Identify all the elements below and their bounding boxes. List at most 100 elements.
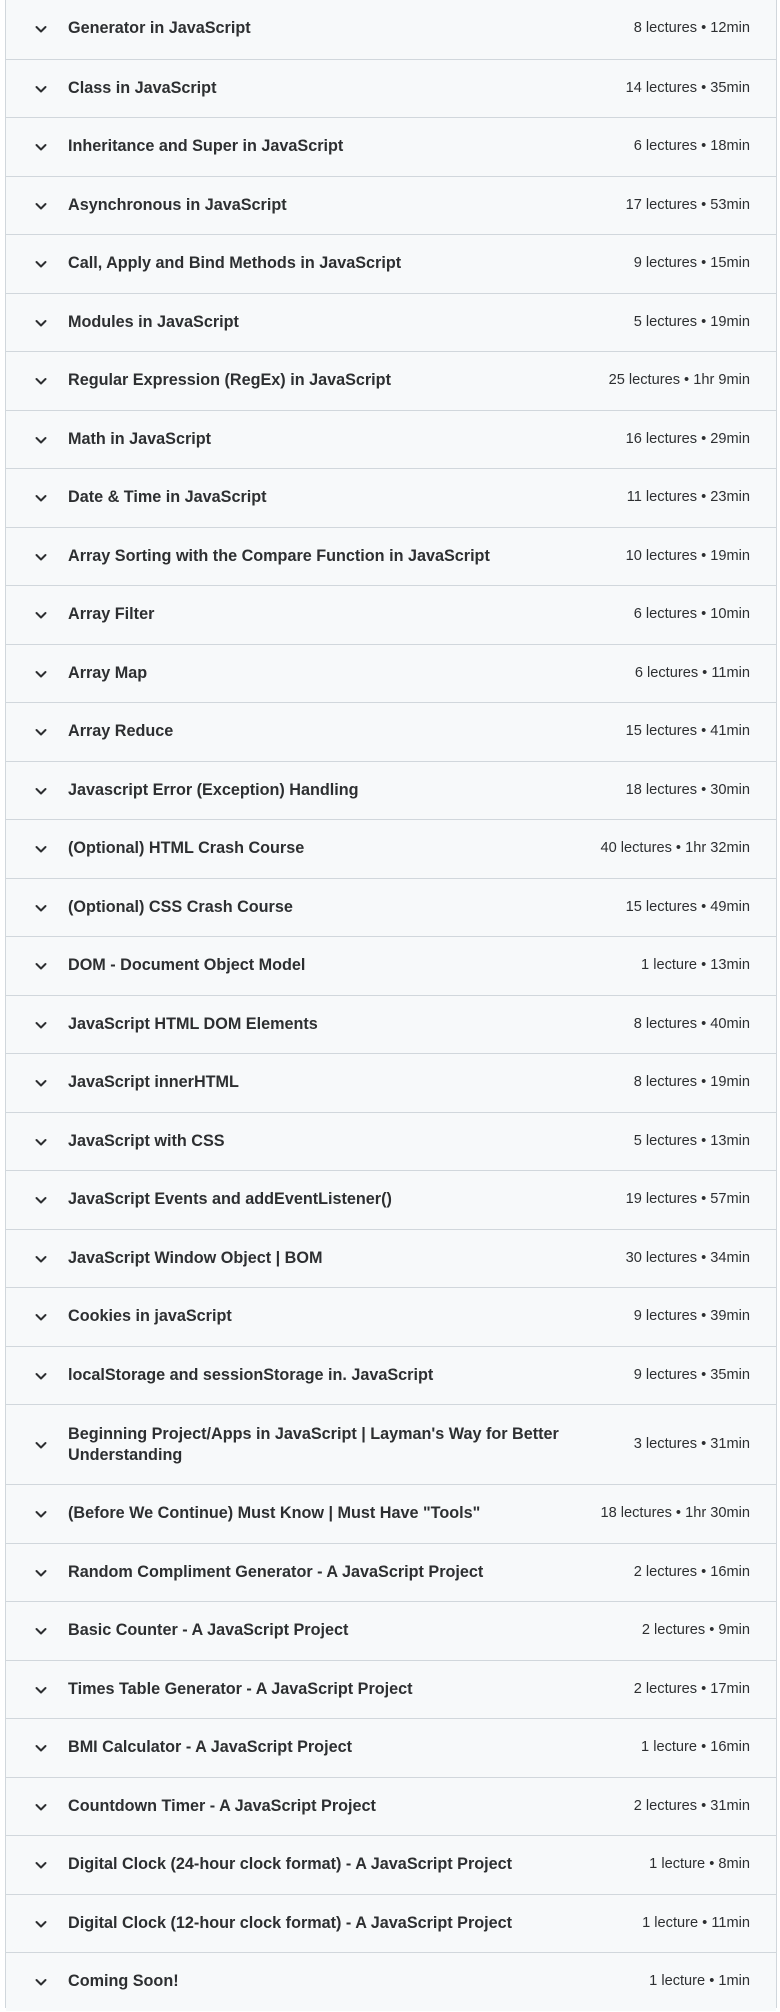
section-panel-toggle[interactable]: Class in JavaScript 14 lectures • 35min <box>6 58 776 117</box>
section-panel-toggle[interactable]: Array Sorting with the Compare Function … <box>6 526 776 585</box>
section-title: (Optional) CSS Crash Course <box>68 897 293 916</box>
chevron-down-icon <box>34 1975 48 1989</box>
section-content-length: 3 lectures • 31min <box>633 1436 750 1452</box>
section-panel-toggle[interactable]: JavaScript Window Object | BOM 30 lecture… <box>6 1228 776 1287</box>
chevron-down-icon <box>34 1917 48 1931</box>
section-panel-toggle[interactable]: Random Compliment Generator - A JavaScri… <box>6 1542 776 1601</box>
chevron-down-icon <box>34 199 48 213</box>
section-panel-toggle[interactable]: Modules in JavaScript 5 lectures • 19min <box>6 292 776 351</box>
section-content-length: 17 lectures • 53min <box>625 196 750 213</box>
chevron-down-icon <box>34 959 48 973</box>
section-panel-toggle[interactable]: BMI Calculator - A JavaScript Project 1 l… <box>6 1718 776 1777</box>
section-content-length: 1 lecture • 1min <box>649 1973 750 1990</box>
section-title: Javascript Error (Exception) Handling <box>68 780 359 799</box>
section-panel-toggle[interactable]: Beginning Project/Apps in JavaScript | L… <box>6 1404 776 1484</box>
chevron-down-icon <box>34 1858 48 1872</box>
section-title: localStorage and sessionStorage in. Java… <box>68 1365 434 1384</box>
section-content-length: 1 lecture • 11min <box>642 1914 750 1931</box>
chevron-down-icon <box>34 1193 48 1207</box>
section-panel-toggle[interactable]: DOM - Document Object Model 1 lecture • 1… <box>6 936 776 995</box>
section-panel-toggle[interactable]: (Optional) HTML Crash Course 40 lectures … <box>6 819 776 878</box>
section-content-length: 15 lectures • 49min <box>625 898 750 915</box>
chevron-down-icon <box>34 1566 48 1580</box>
section-content-length: 19 lectures • 57min <box>625 1191 750 1208</box>
section-panel-toggle[interactable]: Regular Expression (RegEx) in JavaScript… <box>6 351 776 410</box>
section-title: Array Sorting with the Compare Function … <box>68 546 490 565</box>
section-panel-toggle[interactable]: Array Reduce 15 lectures • 41min <box>6 702 776 761</box>
section-title: (Optional) HTML Crash Course <box>68 839 305 858</box>
section-title: JavaScript innerHTML <box>68 1073 239 1092</box>
section-content-length: 9 lectures • 15min <box>633 255 750 272</box>
section-panel-toggle[interactable]: localStorage and sessionStorage in. Java… <box>6 1345 776 1404</box>
section-panel-toggle[interactable]: JavaScript HTML DOM Elements 8 lectures •… <box>6 994 776 1053</box>
section-panel-toggle[interactable]: Array Filter 6 lectures • 10min <box>6 585 776 644</box>
section-content-length: 8 lectures • 12min <box>633 20 750 37</box>
section-panel-toggle[interactable]: JavaScript Events and addEventListener()… <box>6 1170 776 1229</box>
section-panel-toggle[interactable]: Date & Time in JavaScript 11 lectures • 2… <box>6 468 776 527</box>
section-content-length: 14 lectures • 35min <box>625 79 750 96</box>
section-panel-toggle[interactable]: Javascript Error (Exception) Handling 18 … <box>6 760 776 819</box>
section-panel-toggle[interactable]: Coming Soon! 1 lecture • 1min <box>6 1952 776 2011</box>
section-content-length: 15 lectures • 41min <box>625 723 750 740</box>
section-title: Cookies in javaScript <box>68 1307 232 1326</box>
chevron-down-icon <box>34 1438 48 1452</box>
section-content-length: 8 lectures • 19min <box>633 1074 750 1091</box>
section-panel-toggle[interactable]: Times Table Generator - A JavaScript Pro… <box>6 1659 776 1718</box>
section-title: Modules in JavaScript <box>68 312 239 331</box>
section-title: JavaScript Window Object | BOM <box>68 1248 323 1267</box>
section-content-length: 9 lectures • 39min <box>633 1308 750 1325</box>
section-title: JavaScript with CSS <box>68 1131 225 1150</box>
section-content-length: 1 lecture • 13min <box>641 957 750 974</box>
section-title: Times Table Generator - A JavaScript Pro… <box>68 1679 413 1698</box>
section-panel-toggle[interactable]: Array Map 6 lectures • 11min <box>6 643 776 702</box>
section-title: Array Reduce <box>68 722 174 741</box>
section-title: JavaScript HTML DOM Elements <box>68 1014 318 1033</box>
section-content-length: 6 lectures • 18min <box>633 138 750 155</box>
section-title: Inheritance and Super in JavaScript <box>68 137 344 156</box>
chevron-down-icon <box>34 725 48 739</box>
section-content-length: 1 lecture • 16min <box>641 1739 750 1756</box>
section-panel-toggle[interactable]: Digital Clock (24-hour clock format) - A… <box>6 1835 776 1894</box>
section-panel-toggle[interactable]: JavaScript with CSS 5 lectures • 13min <box>6 1111 776 1170</box>
section-panel-toggle[interactable]: Countdown Timer - A JavaScript Project 2 … <box>6 1776 776 1835</box>
section-panel-toggle[interactable]: (Optional) CSS Crash Course 15 lectures •… <box>6 877 776 936</box>
curriculum-section-list: Generator in JavaScript 8 lectures • 12mi… <box>5 0 777 2011</box>
section-content-length: 6 lectures • 10min <box>633 606 750 623</box>
chevron-down-icon <box>34 550 48 564</box>
section-panel-toggle[interactable]: Generator in JavaScript 8 lectures • 12mi… <box>6 0 776 59</box>
chevron-down-icon <box>34 82 48 96</box>
chevron-down-icon <box>34 1310 48 1324</box>
section-panel-toggle[interactable]: Asynchronous in JavaScript 17 lectures • … <box>6 175 776 234</box>
section-title: JavaScript Events and addEventListener() <box>68 1190 392 1209</box>
section-panel-toggle[interactable]: Call, Apply and Bind Methods in JavaScri… <box>6 234 776 293</box>
section-title: (Before We Continue) Must Know | Must Ha… <box>68 1504 481 1523</box>
section-title: BMI Calculator - A JavaScript Project <box>68 1738 352 1757</box>
section-title: Random Compliment Generator - A JavaScri… <box>68 1562 484 1581</box>
chevron-down-icon <box>34 1683 48 1697</box>
chevron-down-icon <box>34 433 48 447</box>
section-title: DOM - Document Object Model <box>68 956 306 975</box>
section-panel-toggle[interactable]: Math in JavaScript 16 lectures • 29min <box>6 409 776 468</box>
section-content-length: 5 lectures • 19min <box>633 313 750 330</box>
section-content-length: 2 lectures • 9min <box>641 1622 750 1639</box>
section-panel-toggle[interactable]: Basic Counter - A JavaScript Project 2 le… <box>6 1601 776 1660</box>
chevron-down-icon <box>34 1369 48 1383</box>
section-title: Math in JavaScript <box>68 429 212 448</box>
section-content-length: 40 lectures • 1hr 32min <box>600 840 750 857</box>
section-panel-toggle[interactable]: Inheritance and Super in JavaScript 6 lec… <box>6 117 776 176</box>
section-title: Basic Counter - A JavaScript Project <box>68 1621 349 1640</box>
section-panel-toggle[interactable]: JavaScript innerHTML 8 lectures • 19min <box>6 1053 776 1112</box>
chevron-down-icon <box>34 1018 48 1032</box>
section-title: Call, Apply and Bind Methods in JavaScri… <box>68 254 402 273</box>
section-panel-toggle[interactable]: Digital Clock (12-hour clock format) - A… <box>6 1893 776 1952</box>
chevron-down-icon <box>34 316 48 330</box>
section-panel-toggle[interactable]: (Before We Continue) Must Know | Must Ha… <box>6 1484 776 1543</box>
section-content-length: 18 lectures • 1hr 30min <box>600 1505 750 1522</box>
section-content-length: 16 lectures • 29min <box>625 430 750 447</box>
section-title: Beginning Project/Apps in JavaScript | L… <box>68 1425 559 1464</box>
chevron-down-icon <box>34 842 48 856</box>
section-content-length: 2 lectures • 16min <box>633 1563 750 1580</box>
chevron-down-icon <box>34 1507 48 1521</box>
section-panel-toggle[interactable]: Cookies in javaScript 9 lectures • 39min <box>6 1287 776 1346</box>
section-title: Asynchronous in JavaScript <box>68 195 287 214</box>
